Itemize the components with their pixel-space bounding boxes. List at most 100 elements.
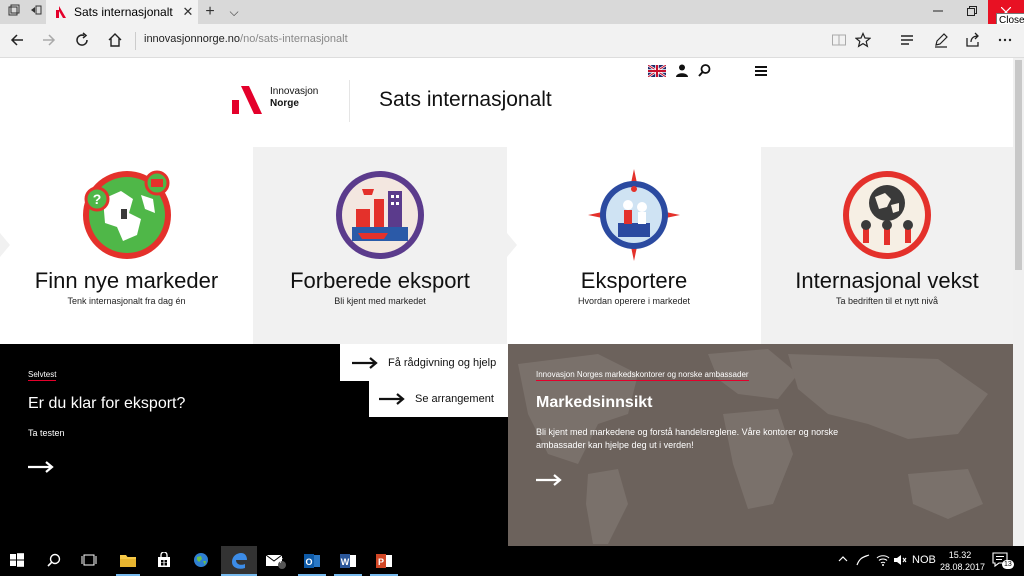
new-tab-button[interactable]: + [202, 4, 218, 20]
tile-title: Forberede eksport [290, 268, 470, 293]
scrollbar-thumb[interactable] [1015, 60, 1022, 270]
svg-text:?: ? [92, 191, 101, 207]
address-separator [135, 32, 136, 50]
set-tabs-aside-icon[interactable] [28, 4, 44, 20]
market-insight-panel[interactable]: Innovasjon Norges markedskontorer og nor… [508, 344, 1013, 546]
task-view-icon[interactable] [81, 552, 99, 570]
tile-internasjonal-vekst[interactable]: Internasjonal vekst Ta bedriften til et … [761, 147, 1013, 344]
back-icon[interactable] [8, 32, 26, 50]
reading-view-icon[interactable] [830, 32, 848, 50]
tab-title: Sats internasjonalt [74, 5, 173, 19]
powerpoint-icon[interactable]: P [375, 552, 393, 570]
share-icon[interactable] [964, 32, 982, 50]
arrow-right-icon [379, 393, 405, 405]
clock-date: 28.08.2017 [940, 562, 986, 572]
taskbar: 7 O W P NOB 15.32 28.08.2017 13 [0, 546, 1024, 576]
events-button[interactable]: Se arrangement [369, 381, 508, 417]
search-icon[interactable] [46, 552, 64, 570]
tile-subtitle: Hvordan operere i markedet [577, 296, 691, 306]
advice-button[interactable]: Få rådgivning og hjelp [340, 344, 508, 381]
innovasjon-norge-logo[interactable]: Innovasjon Norge [232, 86, 318, 114]
browser-tab[interactable]: Sats internasjonalt ✕ [46, 0, 198, 24]
take-test-link[interactable]: Ta testen [28, 428, 65, 438]
action-center-icon[interactable]: 13 [992, 552, 1014, 571]
tile-title: Eksportere [580, 268, 688, 293]
advice-label: Få rådgivning og hjelp [388, 356, 497, 369]
page-scrollbar[interactable] [1013, 58, 1024, 546]
refresh-icon[interactable] [73, 32, 91, 50]
hamburger-menu-icon[interactable] [754, 64, 768, 82]
logo-text: Innovasjon Norge [270, 86, 318, 110]
outlook-icon[interactable]: O [303, 552, 321, 570]
events-label: Se arrangement [415, 393, 494, 405]
globe-app-icon[interactable] [193, 552, 211, 570]
journey-tiles: ? Finn nye markeder Tenk internasjonalt … [0, 147, 1013, 344]
notification-count-badge: 13 [1002, 560, 1014, 569]
selftest-label: Selvtest [28, 370, 57, 381]
tab-close-icon[interactable]: ✕ [178, 4, 198, 20]
edge-browser-icon[interactable] [230, 552, 248, 570]
word-icon[interactable]: W [339, 552, 357, 570]
logo-line-1: Innovasjon [270, 86, 319, 97]
pen-workspace-icon[interactable] [856, 554, 870, 569]
svg-text:O: O [305, 557, 312, 567]
forward-icon[interactable] [40, 32, 58, 50]
restore-button[interactable] [954, 0, 990, 24]
svg-text:W: W [341, 557, 350, 567]
file-explorer-icon[interactable] [119, 552, 137, 570]
windows-start-icon[interactable] [9, 552, 27, 570]
header-utility-icons [647, 63, 711, 82]
arrow-right-icon [352, 356, 378, 369]
port-city-illustration-icon [336, 171, 424, 259]
tile-forberede-eksport[interactable]: Forberede eksport Bli kjent med markedet [253, 147, 507, 344]
insight-text: Bli kjent med markedene og forstå handel… [536, 427, 839, 450]
compass-people-illustration-icon [588, 169, 680, 261]
clock-time: 15.32 [948, 550, 972, 560]
web-note-pen-icon[interactable] [932, 32, 950, 50]
taskbar-clock[interactable]: 15.32 28.08.2017 [940, 549, 986, 573]
volume-muted-icon[interactable] [893, 554, 907, 569]
logo-divider [349, 80, 350, 122]
tile-subtitle: Bli kjent med markedet [334, 296, 426, 306]
language-indicator[interactable]: NOB [912, 554, 936, 566]
logo-mark-icon [232, 86, 262, 114]
url-field[interactable]: innovasjonnorge.no/no/sats-internasjonal… [144, 33, 348, 45]
address-bar: innovasjonnorge.no/no/sats-internasjonal… [0, 24, 1024, 58]
tab-bar: Sats internasjonalt ✕ + ⌵ Close [0, 0, 1024, 28]
minimize-button[interactable] [920, 0, 956, 24]
tile-title: Internasjonal vekst [795, 268, 979, 293]
url-domain: innovasjonnorge.no [144, 33, 241, 45]
innovasjon-norge-favicon-icon [56, 6, 66, 18]
user-icon[interactable] [676, 64, 688, 82]
selftest-title: Er du klar for eksport? [28, 395, 186, 412]
english-flag-icon[interactable] [647, 63, 667, 82]
selftest-arrow-icon[interactable] [28, 460, 54, 478]
tile-subtitle: Tenk internasjonalt fra dag én [67, 296, 186, 306]
tile-finn-nye-markeder[interactable]: ? Finn nye markeder Tenk internasjonalt … [0, 147, 253, 344]
home-icon[interactable] [106, 32, 124, 50]
logo-line-2: Norge [270, 98, 299, 109]
insight-title: Markedsinnsikt [536, 394, 653, 411]
tile-title: Finn nye markeder [34, 268, 219, 293]
insight-label: Innovasjon Norges markedskontorer og nor… [536, 370, 749, 381]
growth-globe-illustration-icon [843, 171, 931, 259]
tab-manager-icon[interactable] [6, 4, 22, 20]
search-icon[interactable] [698, 64, 711, 82]
tile-eksportere[interactable]: Eksportere Hvordan operere i markedet [507, 147, 761, 344]
tile-subtitle: Ta bedriften til et nytt nivå [835, 296, 939, 306]
insight-arrow-icon[interactable] [536, 473, 562, 491]
hub-icon[interactable] [898, 32, 916, 50]
store-icon[interactable] [156, 551, 174, 570]
tab-list-chevron-icon[interactable]: ⌵ [226, 4, 242, 20]
page-title: Sats internasjonalt [379, 88, 552, 111]
web-page: Innovasjon Norge Sats internasjonalt ? F… [0, 58, 1013, 546]
globe-map-illustration-icon: ? [82, 170, 171, 259]
svg-text:P: P [378, 557, 384, 567]
more-dots-icon[interactable] [996, 32, 1014, 50]
url-path: /no/sats-internasjonalt [240, 33, 348, 45]
wifi-icon[interactable] [876, 554, 890, 569]
mail-badge: 7 [279, 558, 283, 565]
mail-icon[interactable]: 7 [265, 552, 286, 570]
favorite-star-icon[interactable] [854, 32, 872, 50]
show-hidden-icons-chevron-icon[interactable] [838, 554, 848, 567]
